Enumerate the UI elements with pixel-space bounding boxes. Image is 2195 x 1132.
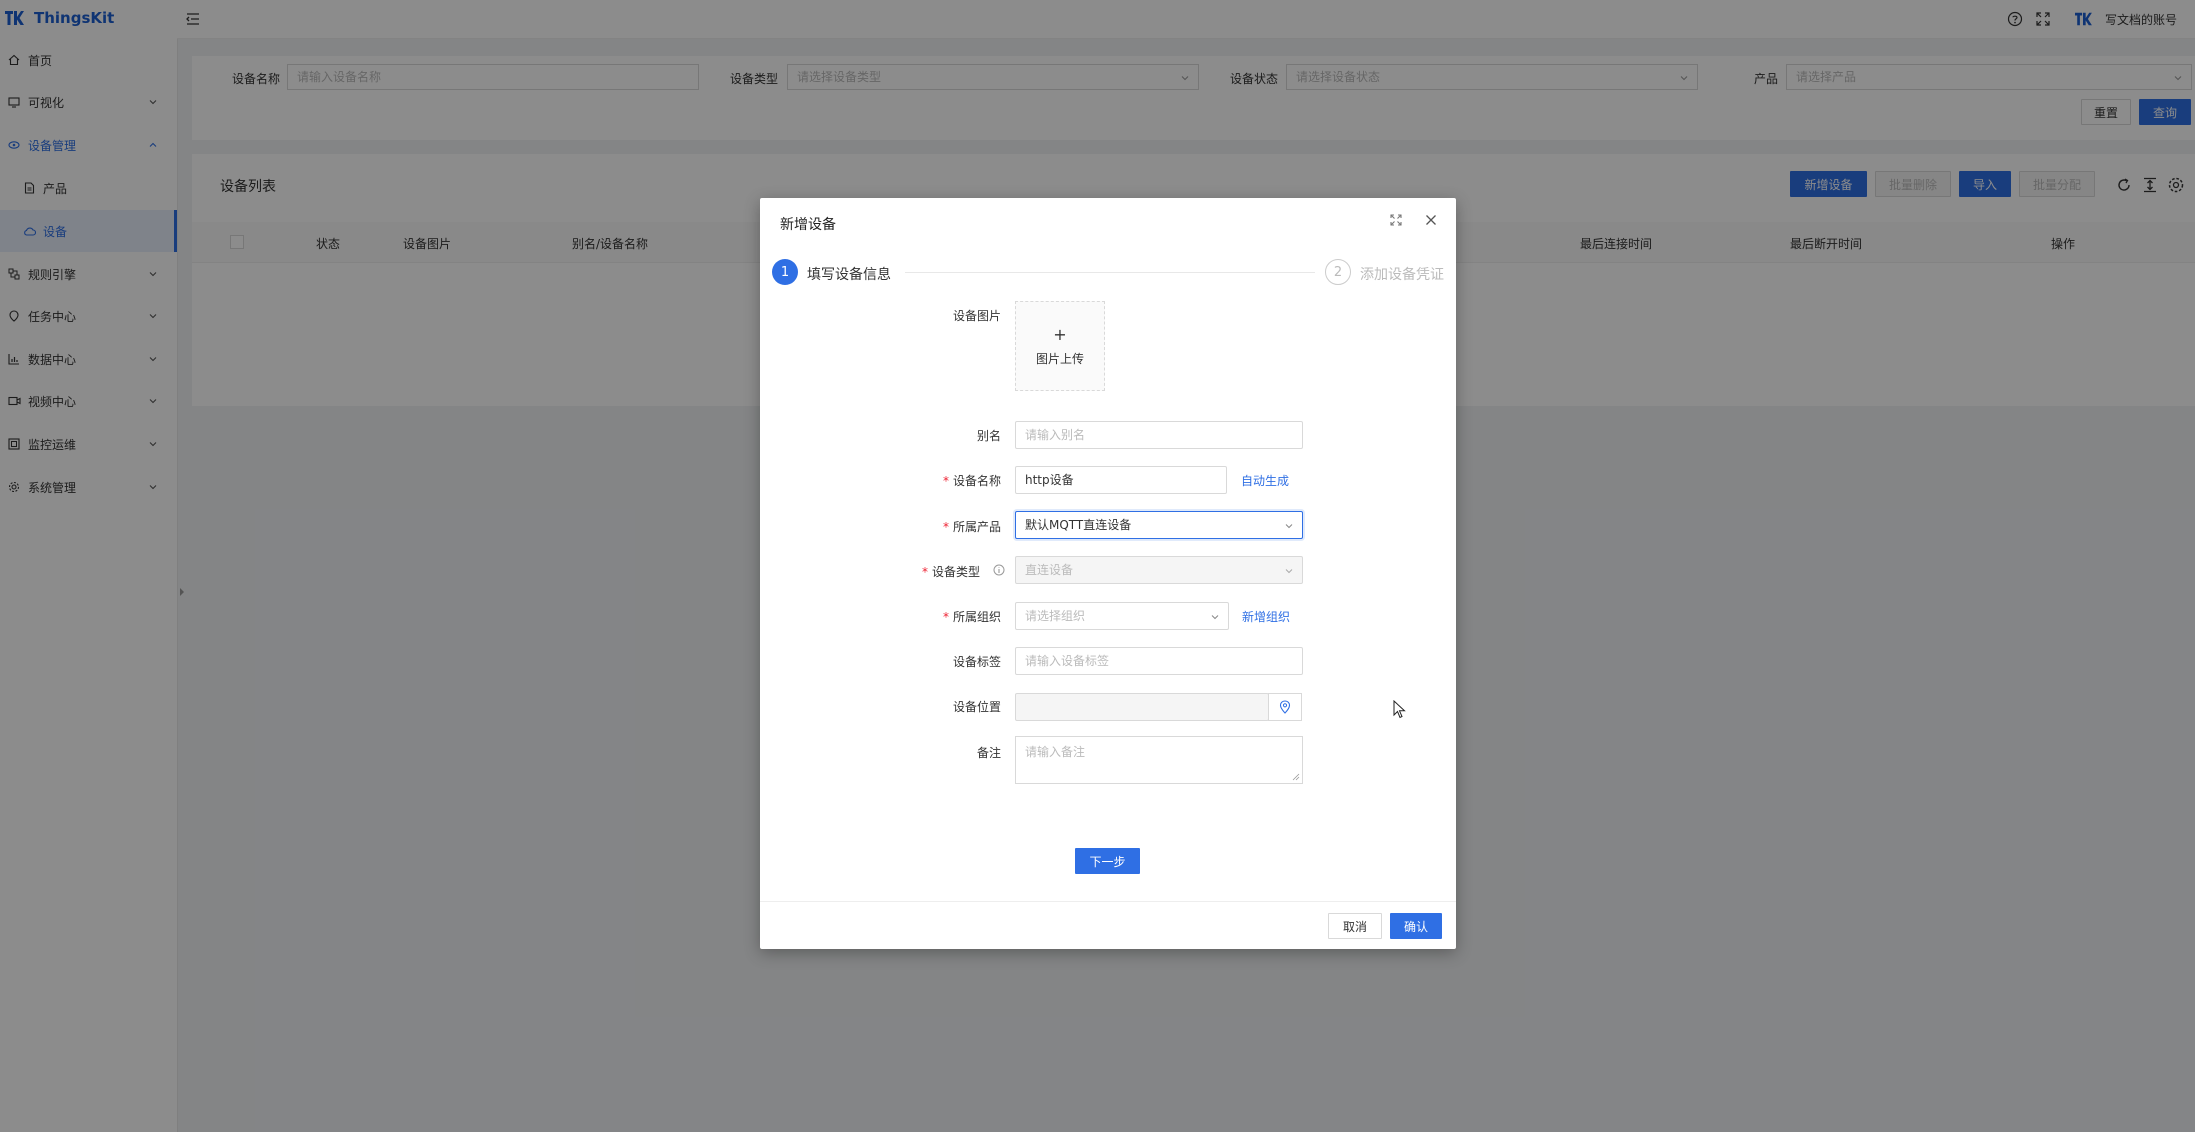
required-mark: * bbox=[942, 520, 949, 534]
chevron-down-icon bbox=[1211, 615, 1219, 620]
location-pin-icon bbox=[1279, 700, 1291, 714]
remark-label: 备注 bbox=[976, 746, 1001, 760]
image-upload[interactable]: + 图片上传 bbox=[1015, 301, 1105, 391]
modal-title: 新增设备 bbox=[780, 217, 836, 233]
required-mark: * bbox=[942, 474, 949, 488]
name-label-text: 设备名称 bbox=[952, 474, 1001, 488]
next-step-button[interactable]: 下一步 bbox=[1075, 848, 1140, 874]
fullscreen-icon[interactable] bbox=[1388, 212, 1404, 228]
location-input bbox=[1015, 693, 1269, 721]
type-label: * 设备类型 bbox=[840, 563, 980, 580]
chevron-down-icon bbox=[1285, 524, 1293, 529]
device-name-input[interactable]: http设备 bbox=[1015, 466, 1227, 494]
plus-icon: + bbox=[1053, 325, 1067, 344]
add-device-modal: 新增设备 1 填写设备信息 2 添加设备凭证 设备图片 + 图片上传 别名 请输… bbox=[760, 198, 1456, 949]
product-select[interactable]: 默认MQTT直连设备 bbox=[1015, 511, 1303, 539]
step-2-label: 添加设备凭证 bbox=[1360, 267, 1444, 283]
tag-label: 设备标签 bbox=[952, 655, 1001, 669]
confirm-button[interactable]: 确认 bbox=[1390, 913, 1442, 939]
org-placeholder: 请选择组织 bbox=[1025, 609, 1086, 623]
close-icon[interactable] bbox=[1423, 212, 1439, 228]
remark-textarea[interactable]: 请输入备注 bbox=[1015, 736, 1303, 784]
product-label: * 所属产品 bbox=[861, 518, 1001, 535]
product-label-text: 所属产品 bbox=[952, 520, 1001, 534]
auto-generate-link[interactable]: 自动生成 bbox=[1241, 472, 1289, 489]
step-1-indicator: 1 bbox=[772, 259, 798, 285]
image-label: 设备图片 bbox=[952, 309, 1001, 323]
upload-text: 图片上传 bbox=[1035, 352, 1084, 366]
cancel-button[interactable]: 取消 bbox=[1328, 913, 1382, 939]
tag-input[interactable]: 请输入设备标签 bbox=[1015, 647, 1303, 675]
chevron-down-icon bbox=[1285, 569, 1293, 574]
footer-divider bbox=[760, 901, 1456, 902]
location-button[interactable] bbox=[1268, 693, 1302, 721]
name-label: * 设备名称 bbox=[861, 472, 1001, 489]
step-2-indicator: 2 bbox=[1325, 259, 1351, 285]
resize-handle-icon[interactable] bbox=[1292, 773, 1300, 781]
product-value: 默认MQTT直连设备 bbox=[1025, 518, 1132, 532]
device-type-select[interactable]: 直连设备 bbox=[1015, 556, 1303, 584]
location-label: 设备位置 bbox=[952, 700, 1001, 714]
alias-input[interactable]: 请输入别名 bbox=[1015, 421, 1303, 449]
required-mark: * bbox=[942, 610, 949, 624]
step-divider bbox=[905, 272, 1315, 273]
device-type-value: 直连设备 bbox=[1025, 563, 1074, 577]
mouse-cursor-icon bbox=[1393, 700, 1406, 719]
org-select[interactable]: 请选择组织 bbox=[1015, 602, 1229, 630]
required-mark: * bbox=[921, 565, 928, 579]
type-label-text: 设备类型 bbox=[931, 565, 980, 579]
new-org-link[interactable]: 新增组织 bbox=[1242, 608, 1290, 625]
step-1-label: 填写设备信息 bbox=[807, 267, 891, 283]
org-label-text: 所属组织 bbox=[952, 610, 1001, 624]
org-label: * 所属组织 bbox=[861, 608, 1001, 625]
alias-label: 别名 bbox=[976, 429, 1001, 443]
info-icon[interactable] bbox=[993, 564, 1005, 576]
remark-placeholder: 请输入备注 bbox=[1025, 745, 1086, 759]
